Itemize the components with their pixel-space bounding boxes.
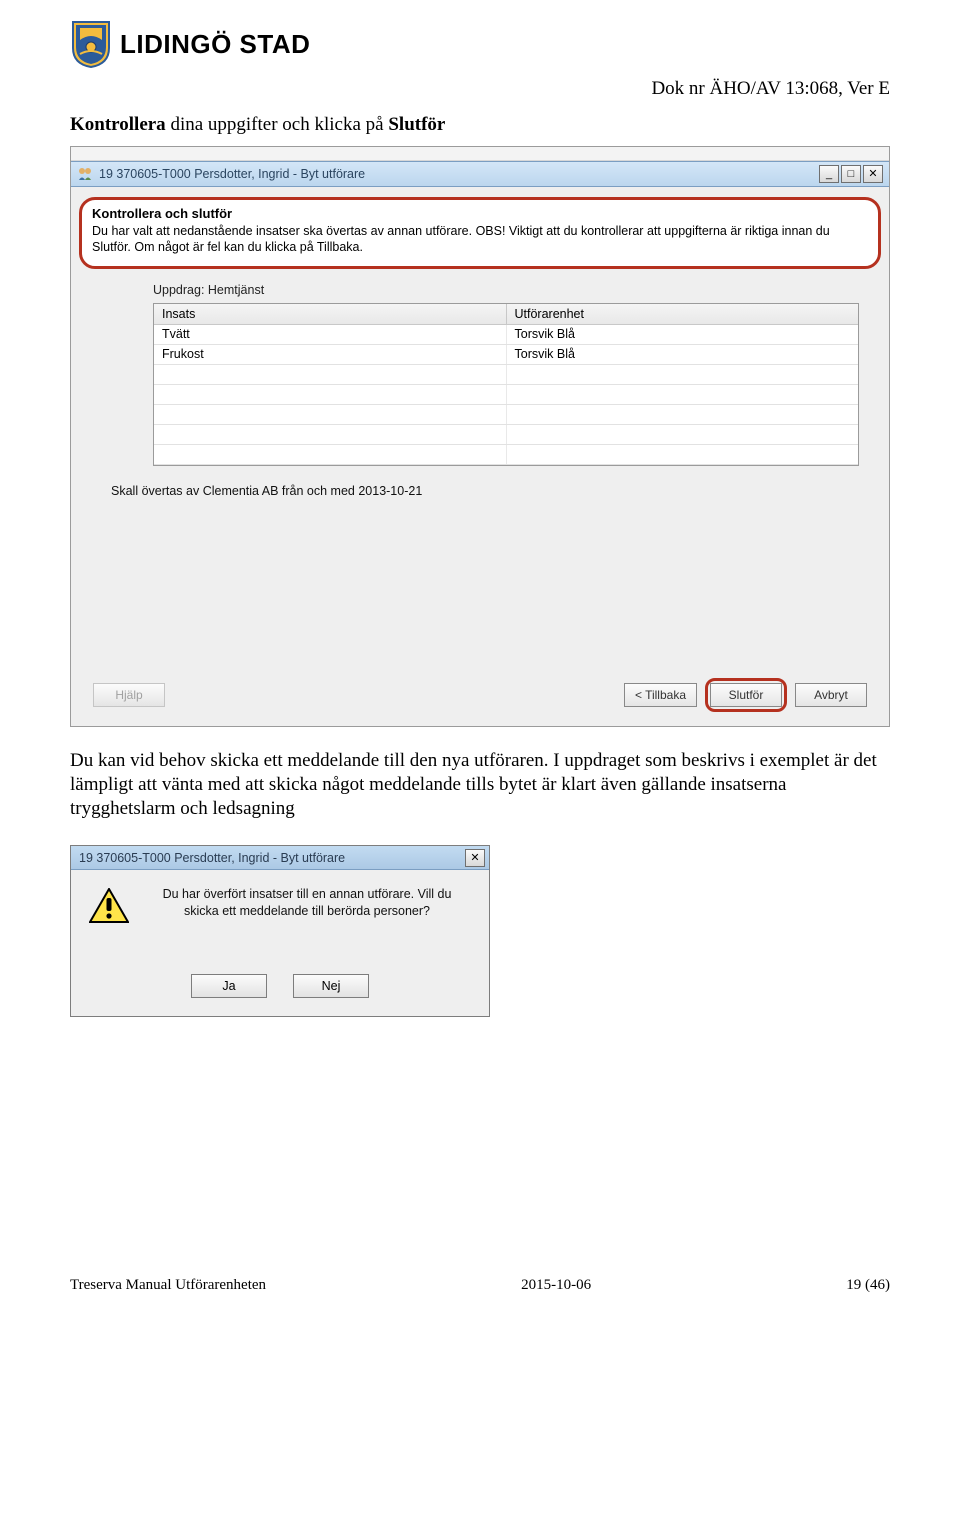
minimize-button[interactable]: _ (819, 165, 839, 183)
cell-utforarenhet: Torsvik Blå (507, 345, 859, 364)
table-row[interactable]: Tvätt Torsvik Blå (154, 325, 858, 345)
transfer-text: Skall övertas av Clementia AB från och m… (111, 484, 889, 498)
table-row[interactable] (154, 385, 858, 405)
page-footer: Treserva Manual Utförarenheten 2015-10-0… (70, 1277, 890, 1294)
cell-utforarenhet: Torsvik Blå (507, 325, 859, 344)
cell-insats: Frukost (154, 345, 507, 364)
table-row[interactable] (154, 365, 858, 385)
help-button[interactable]: Hjälp (93, 683, 165, 707)
close-button[interactable]: ✕ (465, 849, 485, 867)
dialog-titlebar: 19 370605-T000 Persdotter, Ingrid - Byt … (71, 846, 489, 870)
maximize-button[interactable]: □ (841, 165, 861, 183)
logo-shield-icon (70, 20, 112, 68)
nej-button[interactable]: Nej (293, 974, 369, 998)
paragraph-meddelande: Du kan vid behov skicka ett meddelande t… (70, 749, 890, 822)
page-header: LIDINGÖ STAD (70, 20, 890, 68)
uppdrag-label: Uppdrag: Hemtjänst (153, 283, 889, 297)
window-byt-utforare: 19 370605-T000 Persdotter, Ingrid - Byt … (70, 146, 890, 727)
highlight-title: Kontrollera och slutför (92, 206, 868, 221)
col-utforarenhet-header[interactable]: Utförarenhet (507, 304, 859, 324)
cell-empty (507, 385, 859, 404)
cell-empty (507, 405, 859, 424)
highlight-body: Du har valt att nedanstående insatser sk… (92, 223, 868, 256)
col-insats-header[interactable]: Insats (154, 304, 507, 324)
ja-button[interactable]: Ja (191, 974, 267, 998)
cell-empty (154, 425, 507, 444)
instruction-line: Kontrollera dina uppgifter och klicka på… (70, 114, 890, 136)
confirm-dialog: 19 370605-T000 Persdotter, Ingrid - Byt … (70, 845, 490, 1017)
cell-empty (154, 405, 507, 424)
cell-empty (154, 445, 507, 464)
footer-left: Treserva Manual Utförarenheten (70, 1277, 266, 1294)
person-icon (77, 166, 93, 182)
close-button[interactable]: ✕ (863, 165, 883, 183)
cell-empty (154, 365, 507, 384)
dialog-message: Du har överfört insatser till en annan u… (143, 886, 471, 920)
table-row[interactable] (154, 445, 858, 465)
back-button[interactable]: < Tillbaka (624, 683, 697, 707)
cell-empty (154, 385, 507, 404)
document-number: Dok nr ÄHO/AV 13:068, Ver E (70, 78, 890, 100)
cell-insats: Tvätt (154, 325, 507, 344)
avbryt-button[interactable]: Avbryt (795, 683, 867, 707)
insats-grid: Insats Utförarenhet Tvätt Torsvik Blå Fr… (153, 303, 859, 466)
table-row[interactable]: Frukost Torsvik Blå (154, 345, 858, 365)
window-titlebar: 19 370605-T000 Persdotter, Ingrid - Byt … (71, 161, 889, 187)
slutfor-button[interactable]: Slutför (710, 683, 782, 707)
slutfor-highlight: Slutför (705, 678, 787, 712)
partial-top-strip (71, 147, 889, 161)
dialog-title: 19 370605-T000 Persdotter, Ingrid - Byt … (79, 851, 345, 865)
cell-empty (507, 425, 859, 444)
warning-icon (89, 888, 129, 924)
logo-text: LIDINGÖ STAD (120, 29, 310, 60)
cell-empty (507, 365, 859, 384)
table-row[interactable] (154, 425, 858, 445)
window-title: 19 370605-T000 Persdotter, Ingrid - Byt … (99, 167, 365, 181)
highlight-kontrollera: Kontrollera och slutför Du har valt att … (79, 197, 881, 269)
footer-right: 19 (46) (846, 1277, 890, 1294)
cell-empty (507, 445, 859, 464)
footer-center: 2015-10-06 (521, 1277, 591, 1294)
table-row[interactable] (154, 405, 858, 425)
